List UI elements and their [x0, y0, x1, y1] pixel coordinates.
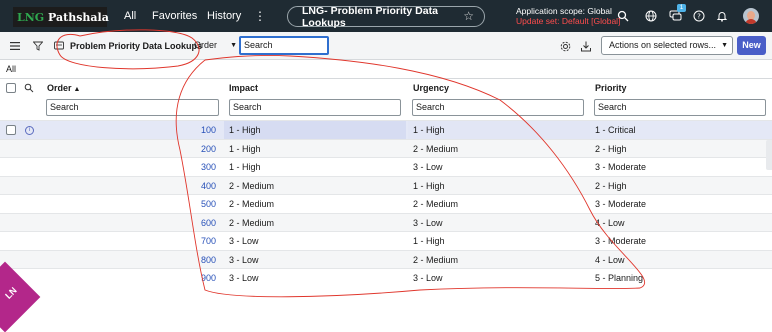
table-row[interactable]: 600 2 - Medium 3 - Low 4 - Low	[0, 212, 772, 231]
order-link[interactable]: 600	[176, 218, 216, 228]
priority-cell[interactable]: 1 - Critical	[595, 125, 636, 135]
urgency-cell[interactable]: 2 - Medium	[413, 255, 458, 265]
actions-label: Actions on selected rows...	[609, 40, 717, 50]
urgency-cell[interactable]: 1 - High	[413, 125, 445, 135]
priority-cell[interactable]: 3 - Moderate	[595, 236, 646, 246]
impact-cell[interactable]: 3 - Low	[229, 273, 259, 283]
table-row[interactable]: 500 2 - Medium 2 - Medium 3 - Moderate	[0, 194, 772, 213]
gear-icon[interactable]	[559, 40, 571, 52]
priority-filter-input[interactable]: Search	[594, 99, 766, 116]
search-icon[interactable]	[616, 9, 630, 23]
notification-count-badge: 1	[677, 4, 686, 12]
column-header-urgency[interactable]: Urgency	[413, 83, 449, 93]
order-filter-input[interactable]: Search	[46, 99, 219, 116]
impact-cell[interactable]: 3 - Low	[229, 236, 259, 246]
order-link[interactable]: 700	[176, 236, 216, 246]
urgency-cell[interactable]: 3 - Low	[413, 218, 443, 228]
order-link[interactable]: 500	[176, 199, 216, 209]
impact-cell[interactable]: 1 - High	[229, 125, 261, 135]
nav-favorites[interactable]: Favorites	[152, 10, 197, 22]
list-search-input[interactable]: Search	[239, 36, 329, 55]
column-header-order-label: Order	[47, 83, 72, 93]
table-header-row: Order ▲ Impact Urgency Priority	[0, 78, 772, 96]
priority-cell[interactable]: 3 - Moderate	[595, 162, 646, 172]
impact-cell[interactable]: 2 - Medium	[229, 199, 274, 209]
breadcrumb[interactable]: All	[6, 64, 16, 74]
priority-cell[interactable]: 2 - High	[595, 144, 627, 154]
impact-filter-input[interactable]: Search	[229, 99, 401, 116]
column-search-icon[interactable]	[23, 82, 35, 94]
urgency-cell[interactable]: 1 - High	[413, 181, 445, 191]
brand-logo[interactable]: LNG Pathshala	[13, 7, 109, 27]
table-row[interactable]: 800 3 - Low 2 - Medium 4 - Low	[0, 249, 772, 268]
actions-select[interactable]: Actions on selected rows... ▼	[601, 36, 733, 55]
globe-icon[interactable]	[644, 9, 658, 23]
search-field-value: Order	[194, 40, 218, 50]
chevron-down-icon: ▼	[230, 42, 237, 49]
impact-cell[interactable]: 1 - High	[229, 162, 261, 172]
logo-prefix: LNG	[17, 10, 45, 24]
search-field-select[interactable]: Order ▼	[193, 37, 239, 54]
sort-ascending-icon: ▲	[73, 86, 81, 93]
export-icon[interactable]	[580, 40, 592, 52]
list-icon[interactable]	[53, 40, 65, 52]
record-title: LNG- Problem Priority Data Lookups	[302, 4, 438, 29]
chevron-down-icon: ▼	[721, 42, 728, 49]
side-panel-tab[interactable]	[766, 140, 772, 170]
priority-cell[interactable]: 2 - High	[595, 181, 627, 191]
impact-cell[interactable]: 2 - Medium	[229, 181, 274, 191]
priority-cell[interactable]: 3 - Moderate	[595, 199, 646, 209]
table-row[interactable]: i 100 1 - High 1 - High 1 - Critical	[0, 120, 772, 139]
priority-cell[interactable]: 5 - Planning	[595, 273, 643, 283]
logo-suffix: Pathshala	[48, 10, 109, 24]
table-row[interactable]: 300 1 - High 3 - Low 3 - Moderate	[0, 157, 772, 176]
impact-cell[interactable]: 1 - High	[229, 144, 261, 154]
priority-cell[interactable]: 4 - Low	[595, 218, 625, 228]
help-icon[interactable]: ?	[692, 9, 706, 23]
list-title: Problem Priority Data Lookups	[70, 41, 203, 51]
nav-all[interactable]: All	[124, 10, 136, 22]
filter-icon[interactable]	[32, 40, 44, 52]
column-header-priority[interactable]: Priority	[595, 83, 627, 93]
nav-history[interactable]: History	[207, 10, 241, 22]
more-menu-icon[interactable]: ⋮	[254, 9, 266, 23]
urgency-cell[interactable]: 2 - Medium	[413, 144, 458, 154]
urgency-cell[interactable]: 2 - Medium	[413, 199, 458, 209]
update-set: Update set: Default [Global]	[516, 16, 621, 26]
info-icon[interactable]: i	[25, 126, 34, 135]
svg-text:?: ?	[697, 13, 701, 21]
priority-cell[interactable]: 4 - Low	[595, 255, 625, 265]
table-row[interactable]: 700 3 - Low 1 - High 3 - Moderate	[0, 231, 772, 250]
application-scope: Application scope: Global	[516, 6, 612, 16]
order-link[interactable]: 100	[176, 125, 216, 135]
menu-icon[interactable]	[9, 40, 21, 52]
table-row[interactable]: 400 2 - Medium 1 - High 2 - High	[0, 175, 772, 194]
user-avatar[interactable]	[743, 8, 759, 24]
urgency-cell[interactable]: 3 - Low	[413, 273, 443, 283]
row-checkbox[interactable]	[6, 125, 16, 135]
bell-icon[interactable]	[715, 9, 729, 23]
table-row[interactable]: 900 3 - Low 3 - Low 5 - Planning	[0, 268, 772, 287]
scope-info[interactable]: Application scope: Global Update set: De…	[516, 6, 620, 26]
favorite-star-icon[interactable]: ☆	[463, 9, 474, 23]
column-filter-row: Search Search Search Search	[0, 96, 772, 120]
order-link[interactable]: 800	[176, 255, 216, 265]
record-title-pill[interactable]: LNG- Problem Priority Data Lookups ☆	[287, 4, 485, 29]
top-navigation-bar: LNG Pathshala All Favorites History ⋮ LN…	[0, 0, 772, 32]
column-header-impact[interactable]: Impact	[229, 83, 258, 93]
order-link[interactable]: 200	[176, 144, 216, 154]
impact-cell[interactable]: 2 - Medium	[229, 218, 274, 228]
impact-cell[interactable]: 3 - Low	[229, 255, 259, 265]
order-link[interactable]: 300	[176, 162, 216, 172]
table-row[interactable]: 200 1 - High 2 - Medium 2 - High	[0, 138, 772, 157]
new-button[interactable]: New	[737, 36, 766, 55]
order-link[interactable]: 400	[176, 181, 216, 191]
order-link[interactable]: 900	[176, 273, 216, 283]
column-header-order[interactable]: Order ▲	[47, 83, 80, 93]
urgency-cell[interactable]: 3 - Low	[413, 162, 443, 172]
urgency-filter-input[interactable]: Search	[412, 99, 584, 116]
urgency-cell[interactable]: 1 - High	[413, 236, 445, 246]
select-all-checkbox[interactable]	[6, 83, 16, 93]
